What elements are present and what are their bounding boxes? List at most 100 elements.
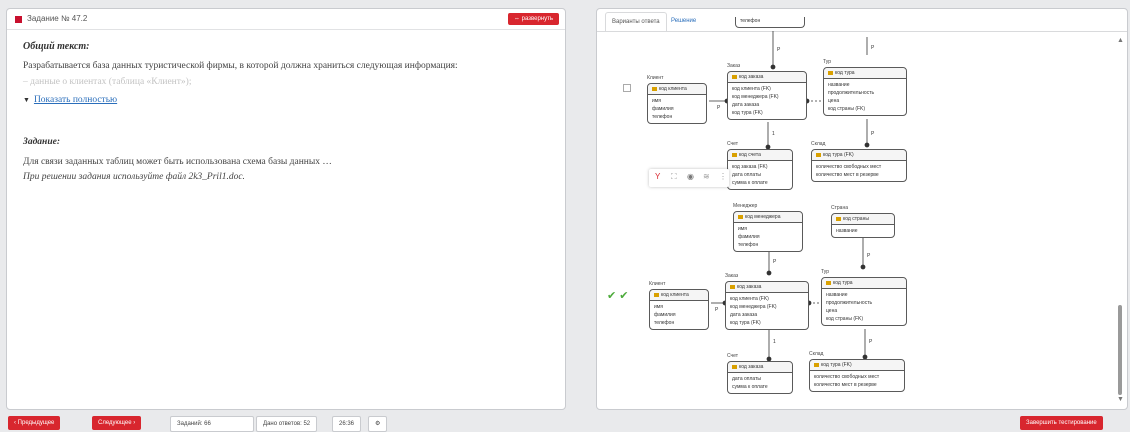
expand-button[interactable]: ⇔ развернуть — [507, 13, 559, 25]
entity-field: код тура (FK) — [730, 320, 761, 326]
entity-field: имя — [738, 226, 747, 232]
entity-field: дата оплаты — [732, 376, 761, 382]
entity-title: Страна — [831, 205, 849, 211]
entity-pk: код тура — [822, 278, 906, 289]
scroll-up-icon[interactable]: ▲ — [1117, 37, 1124, 44]
assignment-text: Для связи заданных таблиц может быть исп… — [23, 157, 332, 167]
entity-field: телефон — [740, 18, 761, 24]
entity-tour: Тур код тура название продолжительность … — [821, 269, 907, 326]
entity-title: Счет — [727, 353, 739, 359]
entity-field: сумма к оплате — [732, 180, 768, 186]
answers-panel: Варианты ответа Решение ▲ ▼ телефон P P — [596, 8, 1128, 410]
relation-p: P — [773, 259, 777, 265]
entity-field: фамилия — [738, 234, 760, 240]
entity-field: имя — [654, 304, 663, 310]
entity-field: код страны (FK) — [826, 316, 864, 322]
entity-country: Страна код страны название — [831, 205, 895, 238]
entity-field: фамилия — [654, 312, 676, 318]
scroll-thumb[interactable] — [1118, 305, 1122, 395]
entity-pk: код заказа — [728, 362, 792, 373]
fit-icon[interactable]: ⛶ — [671, 172, 677, 182]
entity-field: название — [828, 82, 850, 88]
relation-p: P — [717, 105, 721, 111]
entity-field: продолжительность — [826, 300, 873, 306]
entity-bill: Счет код заказа дата оплаты сумма к опла… — [727, 353, 793, 394]
entity-order: Заказ код заказа код клиента (FK) код ме… — [727, 63, 807, 120]
entity-field: цена — [828, 98, 840, 104]
entity-field: имя — [652, 98, 661, 104]
entity-field: телефон — [652, 114, 673, 120]
entity-field: дата заказа — [732, 102, 760, 108]
layers-icon[interactable]: ≋ — [703, 172, 710, 181]
entity-title: Склад — [811, 141, 826, 147]
finish-test-button[interactable]: Завершить тестирование — [1020, 416, 1103, 430]
show-full-label: Показать полностью — [33, 95, 118, 105]
entity-field: сумма к оплате — [732, 384, 768, 390]
task-panel: Задание № 47.2 ⇔ развернуть Общий текст:… — [6, 8, 566, 410]
entity-bill: Счет код счета код заказа (FK) дата опла… — [727, 141, 793, 190]
answered-count: Дано ответов: 52 — [256, 416, 318, 432]
file-note: При решении задания используйте файл 2k3… — [23, 172, 245, 182]
scrollbar[interactable]: ▲ ▼ — [1117, 37, 1124, 403]
entity-field: код менеджера (FK) — [732, 94, 779, 100]
relation-p: P — [777, 47, 781, 53]
entity-field: дата оплаты — [732, 172, 761, 178]
assignment-heading: Задание: — [23, 137, 60, 147]
filter-icon[interactable]: Y — [655, 172, 660, 181]
entity-client: Клиент код клиента имя фамилия телефон — [647, 75, 707, 124]
entity-field: название — [826, 292, 848, 298]
entity-field: продолжительность — [828, 90, 875, 96]
task-marker-icon — [15, 16, 22, 23]
prev-button[interactable]: ‹ Предыдущее — [8, 416, 61, 430]
entity-field: количество мест в резерве — [814, 382, 877, 388]
relation-p: P — [869, 339, 873, 345]
task-title: Задание № 47.2 — [27, 14, 88, 23]
entity-client: Клиент код клиента имя фамилия телефон — [649, 281, 709, 330]
relation-p: P — [867, 253, 871, 259]
relation-p: P — [871, 45, 875, 51]
entity-field: код страны (FK) — [828, 106, 866, 112]
entity-title: Счет — [727, 141, 739, 147]
entity-field: название — [836, 228, 858, 234]
correct-checkmarks-icon: ✔✔ — [607, 290, 632, 302]
entity-field: количество мест в резерве — [816, 172, 879, 178]
relation-one: 1 — [772, 131, 775, 137]
entity-title: Склад — [809, 351, 824, 357]
entity-pk: код тура (FK) — [812, 150, 906, 161]
entity-title: Тур — [821, 269, 829, 275]
entity-field: код клиента (FK) — [732, 86, 771, 92]
answer-radio-1[interactable] — [623, 84, 631, 92]
intro-text: Разрабатывается база данных туристическо… — [23, 61, 458, 71]
entity-field: телефон — [738, 242, 759, 248]
settings-gear-icon[interactable]: ⚙ — [368, 416, 388, 432]
entity-field: код клиента (FK) — [730, 296, 769, 302]
general-heading: Общий текст: — [23, 41, 90, 52]
entity-field: дата заказа — [730, 312, 758, 318]
eye-icon[interactable]: ◉ — [687, 172, 694, 181]
more-icon[interactable]: ⋮ — [719, 172, 727, 181]
show-full-link[interactable]: ▼ Показать полностью — [23, 95, 117, 105]
entity-title: Клиент — [647, 75, 664, 81]
next-button[interactable]: Следующее › — [92, 416, 142, 430]
entity-pk: код клиента — [650, 290, 708, 301]
entity-pk: код заказа — [728, 72, 806, 83]
entity-top-partial: телефон — [735, 17, 805, 28]
faded-line: – данные о клиентах (таблица «Клиент»); — [23, 77, 192, 87]
entity-pk: код тура (FK) — [810, 360, 904, 371]
scroll-down-icon[interactable]: ▼ — [1117, 396, 1124, 403]
entity-title: Тур — [823, 59, 831, 65]
entity-field: количество свободных мест — [814, 374, 880, 380]
entity-title: Заказ — [725, 273, 739, 279]
entity-field: телефон — [654, 320, 675, 326]
entity-warehouse: Склад код тура (FK) количество свободных… — [809, 351, 905, 392]
entity-pk: код тура — [824, 68, 906, 79]
entity-title: Заказ — [727, 63, 741, 69]
entity-field: цена — [826, 308, 838, 314]
entity-pk: код заказа — [726, 282, 808, 293]
entity-field: код заказа (FK) — [732, 164, 768, 170]
entity-pk: код менеджера — [734, 212, 802, 223]
chevron-down-icon: ▼ — [23, 96, 30, 104]
diagram-toolbar: Y ⛶ ◉ ≋ ⋮ — [649, 169, 729, 187]
tasks-count: Заданий: 66 — [170, 416, 254, 432]
relation-one: 1 — [773, 339, 776, 345]
